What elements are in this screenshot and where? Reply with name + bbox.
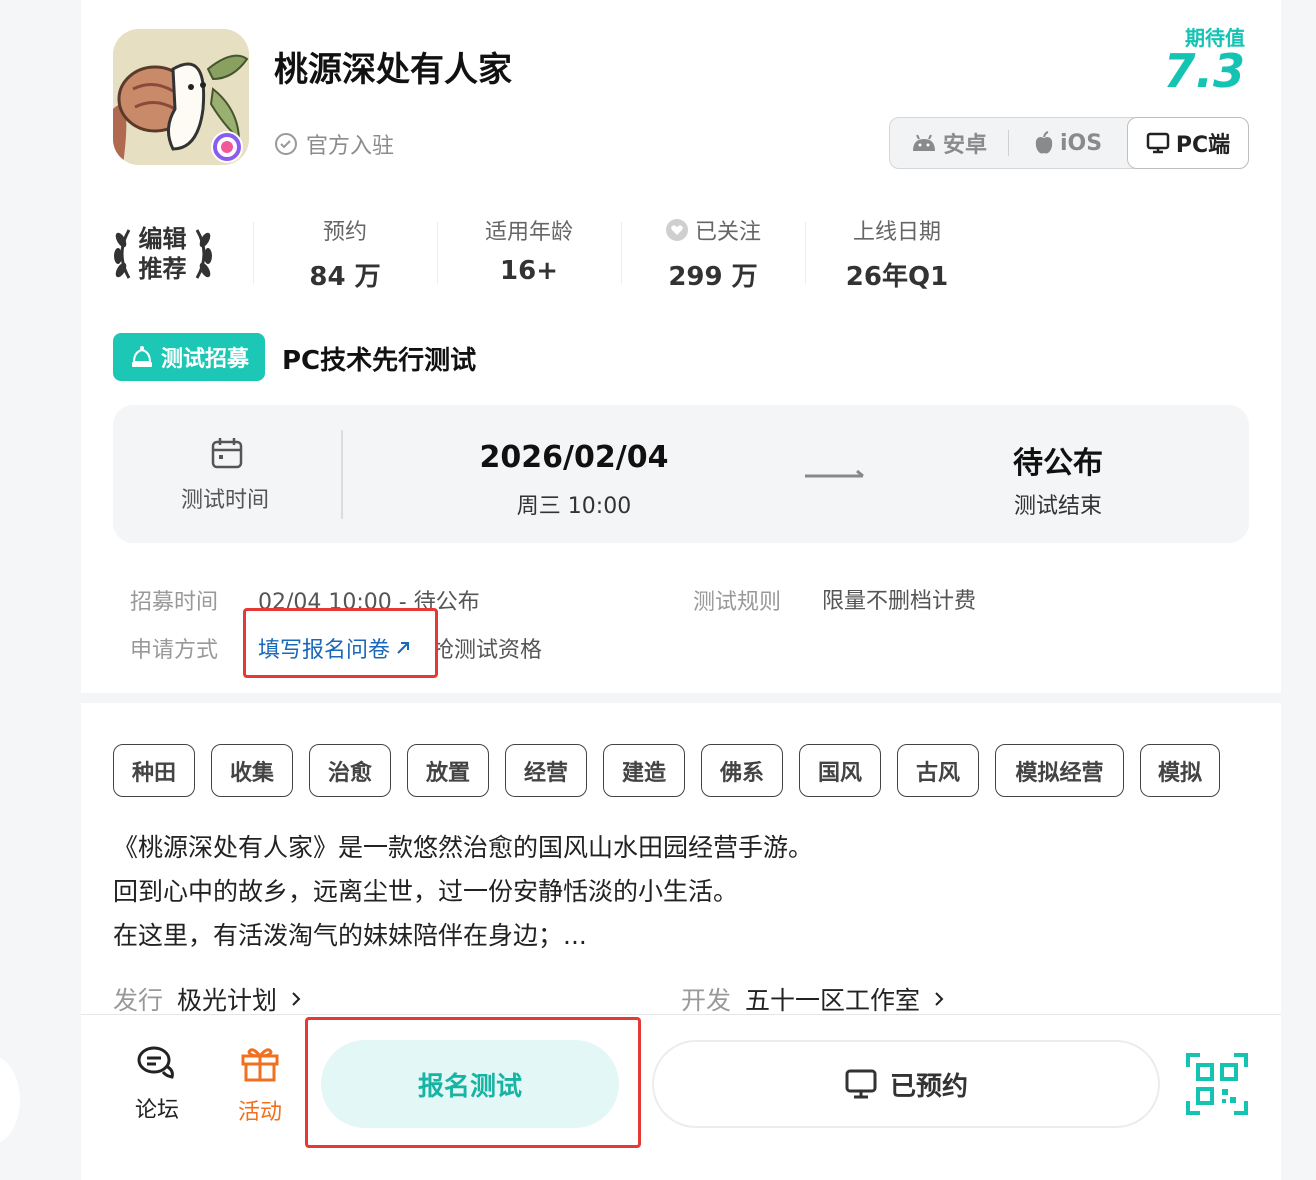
tag-item[interactable]: 放置 [407,744,489,797]
tag-item[interactable]: 建造 [603,744,685,797]
signup-form-link[interactable]: 填写报名问卷 [258,632,412,664]
test-rules-value: 限量不删档计费 [822,589,977,614]
signup-test-button[interactable]: 报名测试 [321,1040,619,1128]
test-rules-label: 测试规则 [693,590,782,615]
bottom-bar-divider [81,1014,1281,1015]
stat-value: 84 万 [309,262,381,292]
stat-value: 16+ [500,256,558,286]
apple-icon [1035,131,1053,154]
forum-button[interactable]: 论坛 [122,1044,192,1124]
platform-android[interactable]: 安卓 [890,118,1008,168]
laurel-right-icon [195,229,212,279]
check-circle-icon [275,133,297,155]
stat-label: 上线日期 [852,220,941,245]
laurel-left-icon [113,229,130,279]
test-start-date: 2026/02/04 [479,440,669,475]
tag-item[interactable]: 种田 [113,744,195,797]
developer-name: 五十一区工作室 [745,986,921,1015]
official-badge: 官方入驻 [274,128,394,160]
test-end-label: 测试结束 [1013,494,1102,519]
expectation-value: 7.3 [1163,44,1246,98]
editor-recommend-badge: 编辑 推荐 [100,222,225,286]
game-description[interactable]: 《桃源深处有人家》是一款悠然治愈的国风山水田园经营手游。 回到心中的故乡，远离尘… [113,826,1253,958]
tag-item[interactable]: 古风 [897,744,979,797]
recruit-time-label: 招募时间 [130,590,219,615]
platform-ios-label: iOS [1059,130,1103,156]
platform-android-label: 安卓 [942,133,987,158]
qr-code-icon[interactable] [1186,1053,1248,1115]
calendar-icon [211,438,243,469]
reserved-button[interactable]: 已预约 [652,1040,1160,1128]
tag-item[interactable]: 国风 [799,744,881,797]
forum-label: 论坛 [134,1098,179,1123]
tag-item[interactable]: 模拟 [1140,744,1220,797]
editor-badge-line1: 编辑 [138,225,187,253]
publisher-name: 极光计划 [177,986,278,1015]
monitor-icon [845,1069,877,1099]
platform-switcher: 安卓 iOS PC端 [889,117,1249,169]
test-end-status: 待公布 [1013,446,1103,481]
tag-item[interactable]: 收集 [211,744,293,797]
developer-label: 开发 [681,986,732,1015]
forum-chat-icon [137,1046,174,1079]
section-separator [81,693,1281,703]
stat-divider [253,222,254,284]
arrow-right-icon [805,469,864,478]
description-line: 《桃源深处有人家》是一款悠然治愈的国风山水田园经营手游。 [113,833,814,862]
developer-link[interactable]: 开发 五十一区工作室 [681,981,944,1017]
chevron-right-icon [935,992,944,1006]
editor-badge-line2: 推荐 [138,255,187,283]
chevron-right-icon [292,992,301,1006]
gift-icon [241,1048,279,1082]
android-icon [912,134,935,151]
stat-value: 299 万 [668,262,758,292]
stat-release-date: 上线日期 26年Q1 [807,214,987,293]
test-time-label: 测试时间 [180,488,269,513]
monitor-icon [1146,132,1170,154]
app-icon [113,29,249,165]
activity-label: 活动 [237,1100,282,1125]
stat-reservations: 预约 84 万 [255,214,435,293]
stat-divider [805,222,806,284]
description-line: 在这里，有活泼淘气的妹妹陪伴在身边；... [113,921,587,950]
tag-item[interactable]: 经营 [505,744,587,797]
platform-ios[interactable]: iOS [1009,118,1127,168]
external-link-icon [397,642,410,654]
publisher-link[interactable]: 发行 极光计划 [113,981,301,1017]
stat-divider [437,222,438,284]
tag-list: 种田 收集 治愈 放置 经营 建造 佛系 国风 古风 模拟经营 模拟 [113,744,1220,797]
platform-pc-label: PC端 [1175,133,1231,158]
tag-item[interactable]: 治愈 [309,744,391,797]
stat-label: 已关注 [694,220,761,245]
activity-button[interactable]: 活动 [225,1044,295,1126]
stat-label: 预约 [322,220,367,245]
platform-pc[interactable]: PC端 [1127,117,1249,169]
heart-icon [665,219,688,241]
description-line: 回到心中的故乡，远离尘世，过一份安静恬淡的小生活。 [113,877,739,906]
test-bell-icon [131,346,152,367]
signup-form-link-label: 填写报名问卷 [258,638,391,663]
stat-value: 26年Q1 [845,262,949,292]
official-label: 官方入驻 [306,134,395,159]
tag-item[interactable]: 模拟经营 [995,744,1124,797]
stat-followers[interactable]: 已关注 299 万 [623,214,803,293]
reserved-label: 已预约 [889,1071,968,1102]
test-recruit-badge: 测试招募 [113,333,265,381]
app-title: 桃源深处有人家 [274,50,512,90]
tag-item[interactable]: 佛系 [701,744,783,797]
apply-method-suffix: 抢测试资格 [432,638,543,663]
stat-age: 适用年龄 16+ [439,214,619,286]
side-edge-button[interactable] [0,1055,20,1145]
apply-method-label: 申请方式 [130,638,219,663]
publisher-label: 发行 [113,986,164,1015]
test-start-time: 周三 10:00 [516,494,632,519]
stat-label: 适用年龄 [484,220,573,245]
time-panel-divider [341,430,343,519]
test-badge-label: 测试招募 [160,347,249,372]
stat-divider [621,222,622,284]
test-title: PC技术先行测试 [282,346,477,376]
